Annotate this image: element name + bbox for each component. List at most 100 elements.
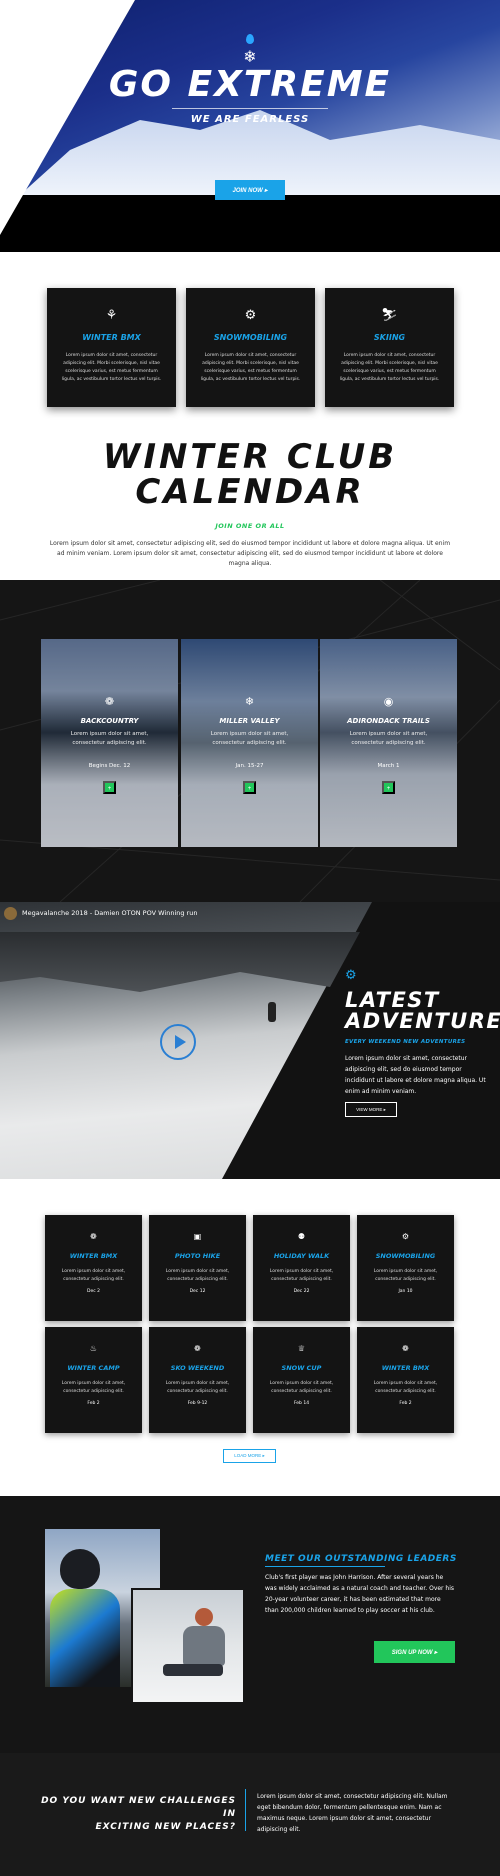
card-date: Begins Dec. 12 <box>88 763 131 769</box>
eagle-icon: ❁ <box>90 1232 97 1241</box>
gear-icon: ⚙ <box>401 1232 410 1241</box>
event-title: SNOWMOBILING <box>375 1252 436 1260</box>
bike-icon: ⚙ <box>345 968 357 983</box>
latest-title-line2: ADVENTURE <box>345 1009 500 1033</box>
play-button-icon[interactable] <box>160 1024 196 1060</box>
video-title[interactable]: Megavalanche 2018 - Damien OTON POV Winn… <box>22 909 197 917</box>
event-card[interactable]: ⚙ SNOWMOBILING Lorem ipsum dolor sit ame… <box>357 1215 454 1321</box>
card-desc: Lorem ipsum dolor sit amet, consectetur … <box>210 731 289 746</box>
latest-adventure-section: Megavalanche 2018 - Damien OTON POV Winn… <box>0 902 500 1179</box>
cta-question: DO YOU WANT NEW CHALLENGES IN EXCITING N… <box>40 1795 236 1834</box>
hero-subtitle: WE ARE FEARLESS <box>190 114 310 125</box>
event-date: Jan 10 <box>398 1289 413 1294</box>
drop-icon <box>246 34 254 44</box>
video-header[interactable]: Megavalanche 2018 - Damien OTON POV Winn… <box>4 906 197 920</box>
bmx-icon: ⚘ <box>105 308 118 323</box>
club-title-line1: WINTER CLUB <box>102 437 398 477</box>
feature-desc: Lorem ipsum dolor sit amet, consectetur … <box>61 353 162 382</box>
helmet <box>60 1549 100 1589</box>
event-desc: Lorem ipsum dolor sit amet, consectetur … <box>165 1381 230 1394</box>
event-desc: Lorem ipsum dolor sit amet, consectetur … <box>269 1269 334 1282</box>
event-title: SNOW CUP <box>281 1364 322 1372</box>
latest-subtitle: EVERY WEEKEND NEW ADVENTURES <box>345 1039 466 1045</box>
event-date: Dec 22 <box>293 1289 310 1294</box>
event-desc: Lorem ipsum dolor sit amet, consectetur … <box>373 1269 438 1282</box>
card-date: March 1 <box>377 763 400 769</box>
join-now-button[interactable]: JOIN NOW ▸ <box>215 180 285 200</box>
hero-divider <box>172 108 328 109</box>
leader-photo-sitting <box>131 1588 245 1704</box>
card-desc: Lorem ipsum dolor sit amet, consectetur … <box>70 731 149 746</box>
cta-section: DO YOU WANT NEW CHALLENGES IN EXCITING N… <box>0 1753 500 1876</box>
event-card[interactable]: ⚉ HOLIDAY WALK Lorem ipsum dolor sit ame… <box>253 1215 350 1321</box>
view-more-button[interactable]: VIEW MORE ▸ <box>345 1102 397 1117</box>
channel-avatar[interactable] <box>4 906 17 920</box>
calendar-card-adirondack-trails[interactable]: ◉ ADIRONDACK TRAILS Lorem ipsum dolor si… <box>320 639 457 847</box>
cta-question-line2: EXCITING NEW PLACES? <box>95 1822 236 1832</box>
club-description: Lorem ipsum dolor sit amet, consectetur … <box>49 540 451 567</box>
hero-title: GO EXTREME <box>108 64 392 105</box>
card-title: MILLER VALLEY <box>219 717 280 725</box>
calendar-card-backcountry[interactable]: ❁ BACKCOUNTRY Lorem ipsum dolor sit amet… <box>41 639 178 847</box>
calendar-card-miller-valley[interactable]: ❄ MILLER VALLEY Lorem ipsum dolor sit am… <box>181 639 318 847</box>
card-add-button[interactable]: + <box>382 781 395 794</box>
feature-card-skiing[interactable]: ⛷ SKIING Lorem ipsum dolor sit amet, con… <box>325 288 454 407</box>
event-title: SKO WEEKEND <box>170 1364 225 1372</box>
latest-description: Lorem ipsum dolor sit amet, consectetur … <box>345 1055 486 1095</box>
event-desc: Lorem ipsum dolor sit amet, consectetur … <box>165 1269 230 1282</box>
event-desc: Lorem ipsum dolor sit amet, consectetur … <box>61 1269 126 1282</box>
hero-bottom-band <box>0 195 500 252</box>
event-card[interactable]: ♨ WINTER CAMP Lorem ipsum dolor sit amet… <box>45 1327 142 1433</box>
calendar-section: ❁ BACKCOUNTRY Lorem ipsum dolor sit amet… <box>0 580 500 902</box>
body <box>183 1626 225 1666</box>
leaders-underline <box>265 1566 385 1567</box>
event-card[interactable]: ▣ PHOTO HIKE Lorem ipsum dolor sit amet,… <box>149 1215 246 1321</box>
leaders-title: MEET OUR OUTSTANDING LEADERS <box>265 1554 457 1564</box>
cta-question-line1: DO YOU WANT NEW CHALLENGES IN <box>41 1796 236 1819</box>
event-desc: Lorem ipsum dolor sit amet, consectetur … <box>61 1381 126 1394</box>
feature-title: WINTER BMX <box>82 333 141 342</box>
event-desc: Lorem ipsum dolor sit amet, consectetur … <box>269 1381 334 1394</box>
load-more-button[interactable]: LOAD MORE ▸ <box>223 1449 276 1463</box>
card-add-button[interactable]: + <box>103 781 116 794</box>
cta-divider <box>245 1789 246 1831</box>
gear-icon: ⚙ <box>244 308 257 323</box>
event-card[interactable]: ❁ WINTER BMX Lorem ipsum dolor sit amet,… <box>357 1327 454 1433</box>
skier-icon: ⛷ <box>381 308 398 323</box>
fire-icon: ♨ <box>89 1344 98 1353</box>
snowflake-icon: ❄ <box>244 695 255 708</box>
hiker-icon: ⚉ <box>297 1232 306 1241</box>
event-title: HOLIDAY WALK <box>273 1252 330 1260</box>
feature-card-winter-bmx[interactable]: ⚘ WINTER BMX Lorem ipsum dolor sit amet,… <box>47 288 176 407</box>
card-desc: Lorem ipsum dolor sit amet, consectetur … <box>349 731 428 746</box>
event-desc: Lorem ipsum dolor sit amet, consectetur … <box>373 1381 438 1394</box>
eagle-icon: ❁ <box>194 1344 201 1353</box>
event-card[interactable]: ❁ SKO WEEKEND Lorem ipsum dolor sit amet… <box>149 1327 246 1433</box>
jacket <box>50 1589 120 1687</box>
card-add-button[interactable]: + <box>243 781 256 794</box>
event-title: WINTER BMX <box>381 1364 430 1372</box>
feature-card-snowmobiling[interactable]: ⚙ SNOWMOBILING Lorem ipsum dolor sit ame… <box>186 288 315 407</box>
feature-title: SNOWMOBILING <box>213 333 288 342</box>
leaders-section: MEET OUR OUTSTANDING LEADERS Club's firs… <box>0 1496 500 1753</box>
club-title-line2: CALENDAR <box>135 472 365 512</box>
event-title: WINTER BMX <box>69 1252 118 1260</box>
head <box>195 1608 213 1626</box>
event-card[interactable]: ❁ WINTER BMX Lorem ipsum dolor sit amet,… <box>45 1215 142 1321</box>
latest-title: LATEST ADVENTURE <box>345 990 500 1032</box>
hero-section: ❄ GO EXTREME WE ARE FEARLESS JOIN NOW ▸ <box>0 0 500 252</box>
club-subtitle: JOIN ONE OR ALL <box>215 522 285 530</box>
trophy-icon: ♕ <box>297 1344 306 1353</box>
video-skier <box>268 1002 276 1022</box>
event-title: PHOTO HIKE <box>174 1252 221 1260</box>
sign-up-now-button[interactable]: SIGN UP NOW ▸ <box>374 1641 455 1663</box>
event-card[interactable]: ♕ SNOW CUP Lorem ipsum dolor sit amet, c… <box>253 1327 350 1433</box>
target-icon: ◉ <box>383 695 394 708</box>
eagle-icon: ❁ <box>104 695 115 708</box>
event-date: Dec 2 <box>86 1289 100 1294</box>
feature-title: SKIING <box>373 333 406 342</box>
events-row-2: ♨ WINTER CAMP Lorem ipsum dolor sit amet… <box>0 1327 500 1433</box>
card-title: BACKCOUNTRY <box>80 717 139 725</box>
camera-icon: ▣ <box>193 1232 202 1241</box>
card-title: ADIRONDACK TRAILS <box>347 717 430 725</box>
